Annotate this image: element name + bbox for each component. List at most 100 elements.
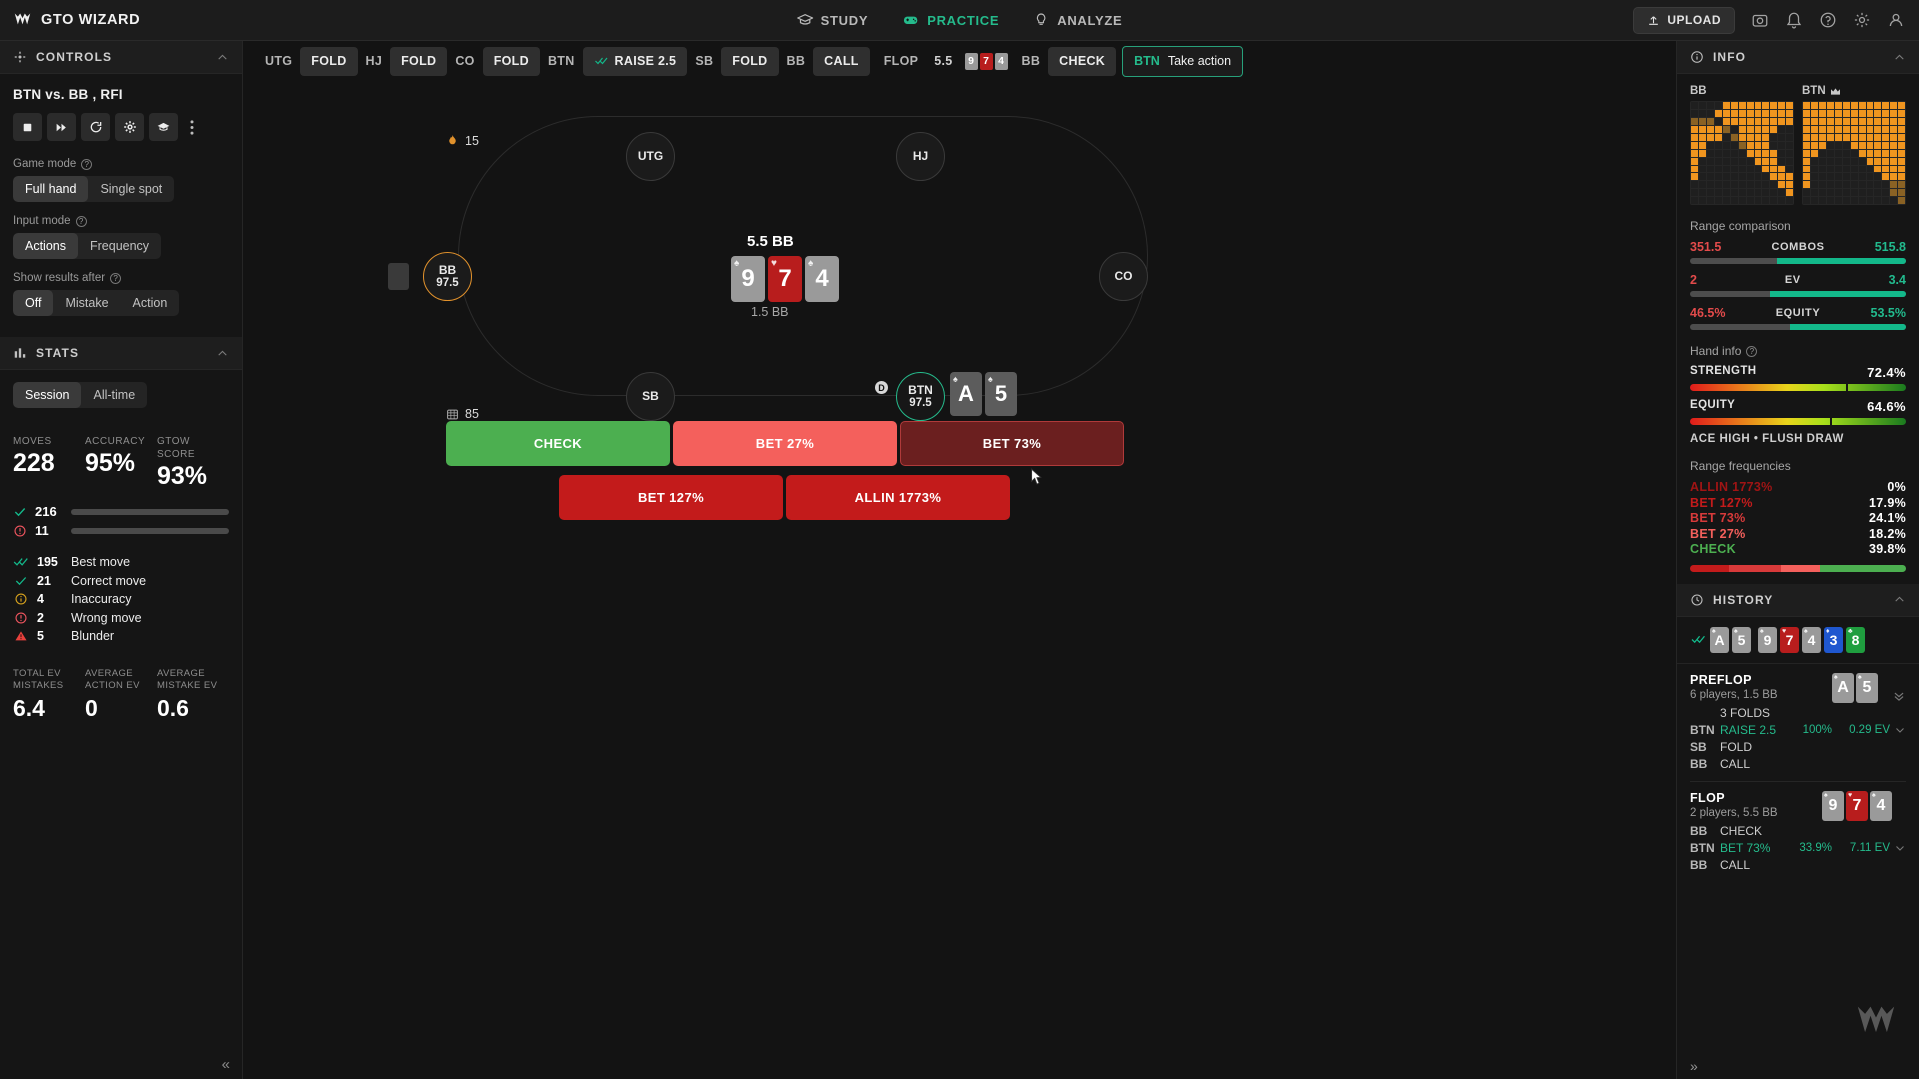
- range-cell: [1714, 102, 1722, 109]
- range-cell: [1818, 173, 1826, 181]
- stats-panel-header[interactable]: STATS: [0, 337, 242, 370]
- range-cell: [1691, 189, 1698, 197]
- preflop-btn-chevron-icon[interactable]: [1894, 724, 1906, 736]
- breadcrumb-utg-action[interactable]: FOLD: [300, 46, 358, 76]
- fast-forward-button[interactable]: [47, 113, 76, 141]
- range-cell: [1890, 149, 1898, 157]
- range-cell: [1882, 149, 1890, 157]
- range-cell: [1698, 102, 1706, 109]
- stat-moves: MOVES 228: [13, 435, 85, 491]
- range-cell: [1786, 133, 1794, 141]
- flop-btn-ev: 7.11 EV: [1849, 841, 1890, 854]
- sub-pot-amount: 1.5 BB: [751, 305, 789, 319]
- range-cell: [1810, 197, 1818, 205]
- take-action-button[interactable]: BTN Take action: [1122, 45, 1244, 77]
- bell-icon[interactable]: [1785, 11, 1803, 29]
- game-mode-full-hand[interactable]: Full hand: [13, 176, 89, 202]
- history-panel-header[interactable]: HISTORY: [1677, 583, 1919, 617]
- seat-co[interactable]: CO: [1099, 252, 1148, 301]
- nav-analyze[interactable]: ANALYZE: [1033, 0, 1122, 40]
- input-mode-actions[interactable]: Actions: [13, 233, 78, 259]
- action-check-button[interactable]: CHECK: [446, 421, 670, 466]
- seat-btn-hero[interactable]: BTN 97.5: [896, 372, 945, 421]
- range-cell: [1698, 117, 1706, 125]
- check-icon: [15, 576, 27, 585]
- range-cell: [1754, 109, 1762, 117]
- stop-button[interactable]: [13, 113, 42, 141]
- upload-button[interactable]: UPLOAD: [1633, 6, 1735, 34]
- study-button[interactable]: [149, 113, 178, 141]
- range-cell: [1898, 189, 1906, 197]
- range-cell: [1770, 141, 1778, 149]
- show-results-mistake[interactable]: Mistake: [53, 290, 120, 316]
- range-grid-headers: BB BTN: [1690, 85, 1906, 97]
- hand-info-help-icon[interactable]: ?: [1746, 345, 1758, 357]
- input-mode-frequency[interactable]: Frequency: [78, 233, 161, 259]
- preflop-action-btn[interactable]: BTN RAISE 2.5 100% 0.29 EV: [1690, 723, 1906, 737]
- nav-practice[interactable]: PRACTICE: [902, 0, 999, 40]
- more-options-button[interactable]: [183, 113, 201, 141]
- info-panel-header[interactable]: INFO: [1677, 41, 1919, 74]
- seat-utg[interactable]: UTG: [626, 132, 675, 181]
- breadcrumb-hj-action[interactable]: FOLD: [390, 46, 448, 76]
- controls-panel-header[interactable]: CONTROLS: [0, 41, 242, 74]
- range-grid-bb[interactable]: [1690, 101, 1794, 206]
- freq-bet127-value: 17.9%: [1869, 495, 1906, 510]
- seat-bb[interactable]: BB 97.5: [423, 252, 472, 301]
- ev-total-value: 6.4: [13, 694, 45, 721]
- brand-logo[interactable]: GTO WIZARD: [0, 12, 140, 29]
- nav-study[interactable]: STUDY: [796, 0, 869, 40]
- game-mode-single-spot[interactable]: Single spot: [88, 176, 174, 202]
- range-cell: [1698, 149, 1706, 157]
- show-results-off[interactable]: Off: [13, 290, 54, 316]
- camera-icon[interactable]: [1751, 11, 1769, 29]
- breadcrumb-bb-action[interactable]: CALL: [813, 46, 870, 76]
- range-cell: [1826, 181, 1834, 189]
- seat-hj[interactable]: HJ: [896, 132, 945, 181]
- range-cell: [1890, 102, 1898, 109]
- range-grid-btn[interactable]: [1802, 101, 1906, 206]
- stats-session-option[interactable]: Session: [13, 382, 82, 408]
- show-results-help-icon[interactable]: ?: [110, 272, 122, 284]
- preflop-folds: 3 FOLDS: [1720, 705, 1771, 720]
- collapse-sidebar-button[interactable]: «: [222, 1056, 230, 1073]
- breadcrumb-bb-flop-action[interactable]: CHECK: [1048, 46, 1117, 76]
- stats-alltime-option[interactable]: All-time: [81, 382, 147, 408]
- flop-action-btn-bet[interactable]: BTN BET 73% 33.9% 7.11 EV: [1690, 841, 1906, 855]
- breadcrumb-sb-action[interactable]: FOLD: [721, 46, 779, 76]
- hand-equity-bar: [1690, 417, 1906, 427]
- breadcrumb-co-action[interactable]: FOLD: [482, 46, 540, 76]
- game-mode-segmented: Full hand Single spot: [13, 176, 175, 202]
- range-cell: [1730, 181, 1738, 189]
- range-cell: [1730, 173, 1738, 181]
- flop-action-bb-call[interactable]: BB CALL: [1690, 858, 1906, 872]
- action-allin-button[interactable]: ALLIN 1773%: [786, 475, 1010, 520]
- history-expand-button[interactable]: »: [1690, 1058, 1698, 1074]
- breadcrumb-btn-action[interactable]: RAISE 2.5: [582, 46, 688, 76]
- account-icon[interactable]: [1887, 11, 1905, 29]
- range-cell: [1722, 197, 1730, 205]
- show-results-action[interactable]: Action: [121, 290, 180, 316]
- preflop-action-bb[interactable]: BB CALL: [1690, 757, 1906, 771]
- settings-button[interactable]: [115, 113, 144, 141]
- move-row-inaccuracy: 4 Inaccuracy: [13, 590, 229, 609]
- range-cell: [1890, 157, 1898, 165]
- action-bet-27-button[interactable]: BET 27%: [673, 421, 897, 466]
- preflop-action-sb[interactable]: SB FOLD: [1690, 740, 1906, 754]
- refresh-button[interactable]: [81, 113, 110, 141]
- flop-action-bb-check[interactable]: BB CHECK: [1690, 824, 1906, 838]
- action-bet-73-button[interactable]: BET 73%: [900, 421, 1124, 466]
- settings-gear-icon[interactable]: [1853, 11, 1871, 29]
- game-mode-help-icon[interactable]: ?: [81, 158, 93, 170]
- runout-card-3: ♠ 9: [1758, 626, 1777, 653]
- seat-sb[interactable]: SB: [626, 372, 675, 421]
- input-mode-help-icon[interactable]: ?: [75, 215, 87, 227]
- range-cell: [1826, 125, 1834, 133]
- range-cell: [1810, 102, 1818, 109]
- flop-btn-chevron-icon[interactable]: [1894, 842, 1906, 854]
- help-icon[interactable]: [1819, 11, 1837, 29]
- action-bet-127-button[interactable]: BET 127%: [559, 475, 783, 520]
- stats-correct-track: [71, 508, 229, 515]
- preflop-expand-icon[interactable]: [1892, 689, 1906, 703]
- stats-mistake-count: 11: [35, 523, 49, 538]
